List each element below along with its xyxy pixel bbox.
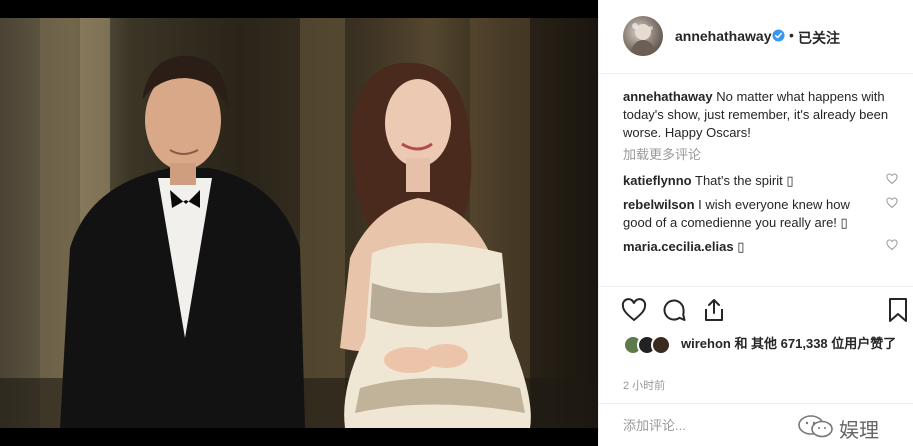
share-icon[interactable] [701, 297, 727, 323]
post-header: annehathaway • 已关注 [599, 0, 913, 74]
post-timestamp[interactable]: 2 小时前 [623, 377, 665, 393]
bookmark-icon[interactable] [887, 297, 909, 323]
comment-like-heart-icon[interactable] [886, 197, 898, 209]
post-actions: wirehon 和 其他 671,338 位用户赞了 2 小时前 添加评论...… [599, 286, 913, 446]
watermark: 娱理 [797, 412, 907, 442]
comment-like-heart-icon[interactable] [886, 239, 898, 251]
header-username[interactable]: annehathaway [675, 28, 771, 44]
comment-username[interactable]: katieflynno [623, 173, 692, 188]
comment-item: maria.cecilia.elias ▯ [623, 238, 898, 256]
load-more-comments-button[interactable]: 加载更多评论 [623, 146, 898, 164]
likes-text[interactable]: wirehon 和 其他 671,338 位用户赞了 [681, 335, 901, 352]
verified-badge-icon [772, 29, 785, 42]
post-caption: annehathaway No matter what happens with… [623, 88, 898, 142]
profile-avatar[interactable] [623, 16, 663, 56]
add-comment-bar: 添加评论... 娱理 [599, 403, 913, 446]
comment-text: That's the spirit ▯ [695, 173, 794, 188]
likes-summary: wirehon 和 其他 671,338 位用户赞了 [623, 335, 898, 367]
comment-item: rebelwilson I wish everyone knew how goo… [623, 196, 898, 232]
comment-text: ▯ [737, 239, 745, 254]
follow-status-button[interactable]: 已关注 [798, 28, 840, 48]
comment-item: katieflynno That's the spirit ▯ [623, 172, 898, 190]
comment-icon[interactable] [661, 297, 687, 323]
post-media[interactable] [0, 0, 598, 446]
wechat-icon [798, 415, 833, 438]
photo-illustration [0, 18, 598, 428]
header-separator: • [789, 27, 794, 43]
post-photo [0, 18, 598, 428]
liker-avatar [651, 335, 671, 355]
comment-like-heart-icon[interactable] [886, 173, 898, 185]
add-comment-input[interactable]: 添加评论... [623, 415, 686, 434]
watermark-text: 娱理 [839, 418, 879, 442]
comment-username[interactable]: rebelwilson [623, 197, 695, 212]
caption-username[interactable]: annehathaway [623, 89, 713, 104]
post-sidebar: annehathaway • 已关注 annehathaway No matte… [598, 0, 913, 446]
heart-icon[interactable] [621, 297, 647, 323]
comment-username[interactable]: maria.cecilia.elias [623, 239, 734, 254]
comments-section: annehathaway No matter what happens with… [623, 88, 898, 262]
